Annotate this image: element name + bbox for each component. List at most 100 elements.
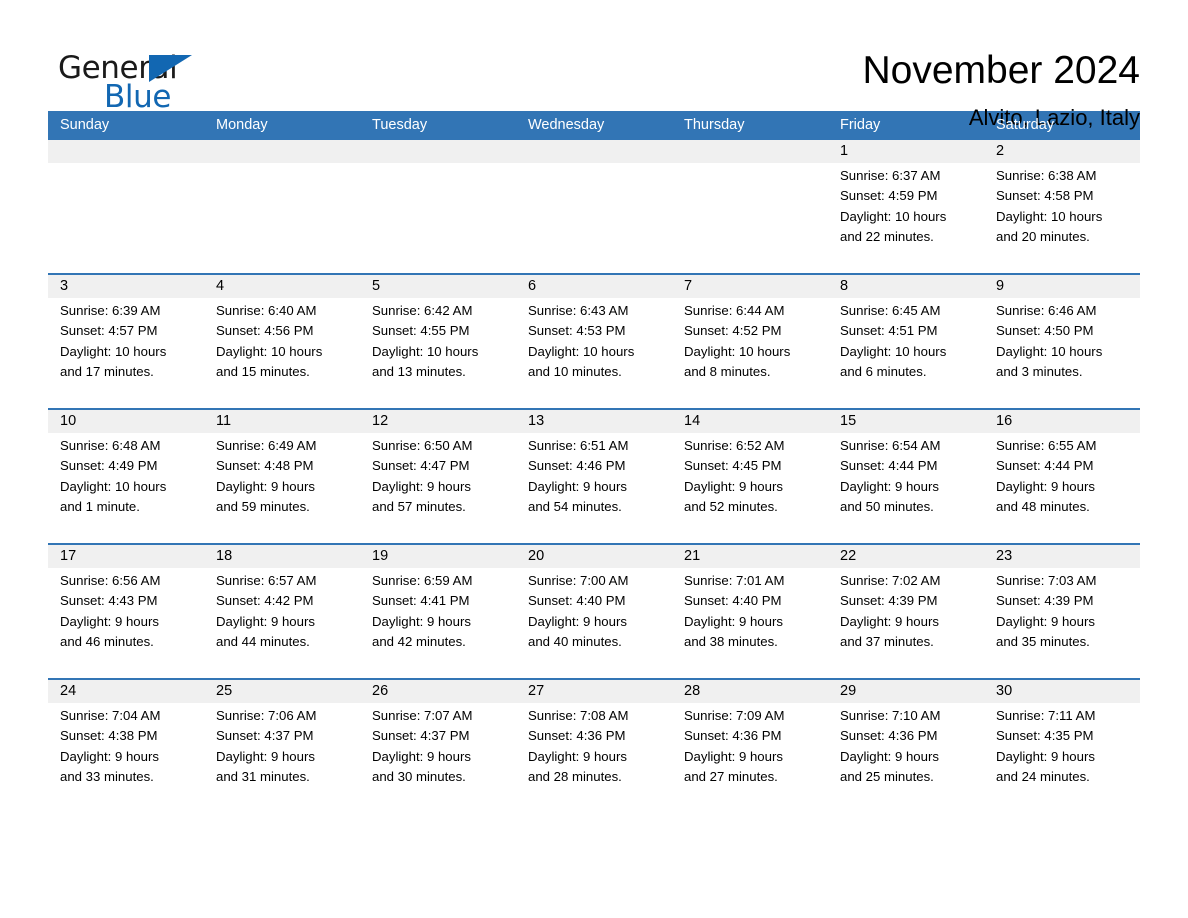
day-info: Sunrise: 7:11 AM Sunset: 4:35 PM Daylight:… bbox=[996, 706, 1140, 787]
calendar-day-cell[interactable]: 29 Sunrise: 7:10 AM Sunset: 4:36 PM Dayligh… bbox=[828, 680, 984, 796]
calendar-day-cell[interactable]: 22 Sunrise: 7:02 AM Sunset: 4:39 PM Dayligh… bbox=[828, 545, 984, 678]
calendar-day-cell[interactable]: 18 Sunrise: 6:57 AM Sunset: 4:42 PM Dayligh… bbox=[204, 545, 360, 678]
calendar-day-cell[interactable]: 23 Sunrise: 7:03 AM Sunset: 4:39 PM Dayligh… bbox=[984, 545, 1140, 678]
calendar-day-cell[interactable]: 1 Sunrise: 6:37 AM Sunset: 4:59 PM Daylight… bbox=[828, 140, 984, 273]
daylight-text-line2: and 1 minute. bbox=[60, 498, 140, 514]
sunset-text: Sunset: 4:35 PM bbox=[996, 728, 1094, 744]
calendar-week-row: 1 Sunrise: 6:37 AM Sunset: 4:59 PM Daylight… bbox=[48, 140, 1140, 273]
calendar-day-cell[interactable]: 19 Sunrise: 6:59 AM Sunset: 4:41 PM Dayligh… bbox=[360, 545, 516, 678]
daylight-text-line2: and 52 minutes. bbox=[684, 498, 778, 514]
general-blue-logo[interactable]: General Blue bbox=[48, 46, 198, 118]
daylight-text-line1: Daylight: 9 hours bbox=[684, 613, 783, 629]
calendar-day-cell[interactable]: 30 Sunrise: 7:11 AM Sunset: 4:35 PM Dayligh… bbox=[984, 680, 1140, 796]
sunrise-text: Sunrise: 6:51 AM bbox=[528, 438, 629, 453]
calendar-day-cell[interactable]: 13 Sunrise: 6:51 AM Sunset: 4:46 PM Dayligh… bbox=[516, 410, 672, 543]
calendar-week-cells: 17 Sunrise: 6:56 AM Sunset: 4:43 PM Dayligh… bbox=[48, 545, 1140, 678]
day-info: Sunrise: 6:44 AM Sunset: 4:52 PM Daylight:… bbox=[684, 301, 828, 382]
sunrise-text: Sunrise: 6:37 AM bbox=[840, 168, 941, 183]
day-info: Sunrise: 6:39 AM Sunset: 4:57 PM Daylight:… bbox=[60, 301, 204, 382]
daylight-text-line2: and 50 minutes. bbox=[840, 498, 934, 514]
calendar-day-cell[interactable]: 6 Sunrise: 6:43 AM Sunset: 4:53 PM Daylight… bbox=[516, 275, 672, 408]
calendar-day-cell[interactable]: 12 Sunrise: 6:50 AM Sunset: 4:47 PM Dayligh… bbox=[360, 410, 516, 543]
daylight-text-line2: and 8 minutes. bbox=[684, 363, 771, 379]
calendar-day-cell[interactable]: 17 Sunrise: 6:56 AM Sunset: 4:43 PM Dayligh… bbox=[48, 545, 204, 678]
calendar-week-cells: 3 Sunrise: 6:39 AM Sunset: 4:57 PM Daylight… bbox=[48, 275, 1140, 408]
daylight-text-line2: and 48 minutes. bbox=[996, 498, 1090, 514]
daylight-text-line2: and 42 minutes. bbox=[372, 633, 466, 649]
calendar-day-cell[interactable]: 9 Sunrise: 6:46 AM Sunset: 4:50 PM Daylight… bbox=[984, 275, 1140, 408]
day-number: 10 bbox=[60, 413, 77, 429]
day-number: 1 bbox=[840, 143, 849, 159]
daylight-text-line1: Daylight: 9 hours bbox=[216, 748, 315, 764]
sunset-text: Sunset: 4:55 PM bbox=[372, 323, 470, 339]
daylight-text-line1: Daylight: 9 hours bbox=[996, 748, 1095, 764]
day-info: Sunrise: 6:52 AM Sunset: 4:45 PM Daylight:… bbox=[684, 436, 828, 517]
calendar-day-cell[interactable]: 28 Sunrise: 7:09 AM Sunset: 4:36 PM Dayligh… bbox=[672, 680, 828, 796]
calendar-day-cell[interactable]: 8 Sunrise: 6:45 AM Sunset: 4:51 PM Daylight… bbox=[828, 275, 984, 408]
daylight-text-line1: Daylight: 9 hours bbox=[684, 748, 783, 764]
calendar-day-cell[interactable]: 3 Sunrise: 6:39 AM Sunset: 4:57 PM Daylight… bbox=[48, 275, 204, 408]
sunrise-text: Sunrise: 7:02 AM bbox=[840, 573, 941, 588]
weekday-header-tuesday: Tuesday bbox=[372, 117, 428, 133]
calendar-day-cell[interactable]: 26 Sunrise: 7:07 AM Sunset: 4:37 PM Dayligh… bbox=[360, 680, 516, 796]
calendar-day-cell[interactable]: 11 Sunrise: 6:49 AM Sunset: 4:48 PM Dayligh… bbox=[204, 410, 360, 543]
logo-text-blue: Blue bbox=[104, 79, 171, 115]
day-number: 30 bbox=[996, 683, 1013, 699]
sunset-text: Sunset: 4:44 PM bbox=[840, 458, 938, 474]
sunrise-text: Sunrise: 6:59 AM bbox=[372, 573, 473, 588]
calendar-week-row: 10 Sunrise: 6:48 AM Sunset: 4:49 PM Dayligh… bbox=[48, 408, 1140, 543]
calendar-day-cell[interactable]: 4 Sunrise: 6:40 AM Sunset: 4:56 PM Daylight… bbox=[204, 275, 360, 408]
day-info: Sunrise: 6:55 AM Sunset: 4:44 PM Daylight:… bbox=[996, 436, 1140, 517]
calendar-day-cell[interactable]: 24 Sunrise: 7:04 AM Sunset: 4:38 PM Dayligh… bbox=[48, 680, 204, 796]
sunset-text: Sunset: 4:42 PM bbox=[216, 593, 314, 609]
weekday-header-row: Sunday Monday Tuesday Wednesday Thursday… bbox=[48, 111, 1140, 140]
daylight-text-line1: Daylight: 10 hours bbox=[996, 208, 1103, 224]
day-info: Sunrise: 6:43 AM Sunset: 4:53 PM Daylight:… bbox=[528, 301, 672, 382]
calendar-day-cell[interactable]: 20 Sunrise: 7:00 AM Sunset: 4:40 PM Dayligh… bbox=[516, 545, 672, 678]
day-info: Sunrise: 7:03 AM Sunset: 4:39 PM Daylight:… bbox=[996, 571, 1140, 652]
day-info: Sunrise: 7:00 AM Sunset: 4:40 PM Daylight:… bbox=[528, 571, 672, 652]
daylight-text-line1: Daylight: 9 hours bbox=[528, 478, 627, 494]
calendar-day-cell[interactable]: 16 Sunrise: 6:55 AM Sunset: 4:44 PM Dayligh… bbox=[984, 410, 1140, 543]
calendar-day-cell[interactable]: 21 Sunrise: 7:01 AM Sunset: 4:40 PM Dayligh… bbox=[672, 545, 828, 678]
sunset-text: Sunset: 4:56 PM bbox=[216, 323, 314, 339]
daylight-text-line2: and 46 minutes. bbox=[60, 633, 154, 649]
daylight-text-line1: Daylight: 9 hours bbox=[840, 478, 939, 494]
sunrise-text: Sunrise: 6:50 AM bbox=[372, 438, 473, 453]
day-number: 26 bbox=[372, 683, 389, 699]
calendar-day-cell[interactable]: 14 Sunrise: 6:52 AM Sunset: 4:45 PM Dayligh… bbox=[672, 410, 828, 543]
calendar-week-row: 17 Sunrise: 6:56 AM Sunset: 4:43 PM Dayligh… bbox=[48, 543, 1140, 678]
sunrise-text: Sunrise: 6:49 AM bbox=[216, 438, 317, 453]
day-info: Sunrise: 6:54 AM Sunset: 4:44 PM Daylight:… bbox=[840, 436, 984, 517]
day-number: 2 bbox=[996, 143, 1005, 159]
sunset-text: Sunset: 4:41 PM bbox=[372, 593, 470, 609]
day-info: Sunrise: 6:40 AM Sunset: 4:56 PM Daylight:… bbox=[216, 301, 360, 382]
sunrise-text: Sunrise: 7:07 AM bbox=[372, 708, 473, 723]
calendar-week-cells: 1 Sunrise: 6:37 AM Sunset: 4:59 PM Daylight… bbox=[48, 140, 1140, 273]
sunset-text: Sunset: 4:49 PM bbox=[60, 458, 158, 474]
sunrise-text: Sunrise: 6:40 AM bbox=[216, 303, 317, 318]
calendar-day-cell[interactable]: 10 Sunrise: 6:48 AM Sunset: 4:49 PM Dayligh… bbox=[48, 410, 204, 543]
day-info: Sunrise: 7:04 AM Sunset: 4:38 PM Daylight:… bbox=[60, 706, 204, 787]
daylight-text-line2: and 38 minutes. bbox=[684, 633, 778, 649]
calendar-weeks: 1 Sunrise: 6:37 AM Sunset: 4:59 PM Daylight… bbox=[48, 140, 1140, 796]
day-number: 21 bbox=[684, 548, 701, 564]
daylight-text-line1: Daylight: 10 hours bbox=[372, 343, 479, 359]
sunset-text: Sunset: 4:36 PM bbox=[840, 728, 938, 744]
daylight-text-line1: Daylight: 9 hours bbox=[60, 748, 159, 764]
calendar-day-cell[interactable]: 15 Sunrise: 6:54 AM Sunset: 4:44 PM Dayligh… bbox=[828, 410, 984, 543]
calendar-day-cell[interactable]: 27 Sunrise: 7:08 AM Sunset: 4:36 PM Dayligh… bbox=[516, 680, 672, 796]
calendar-day-cell[interactable]: 25 Sunrise: 7:06 AM Sunset: 4:37 PM Dayligh… bbox=[204, 680, 360, 796]
sunrise-text: Sunrise: 6:46 AM bbox=[996, 303, 1097, 318]
sunrise-text: Sunrise: 7:11 AM bbox=[996, 708, 1096, 723]
page-header: General Blue November 2024 Alvito, Lazio… bbox=[48, 0, 1140, 130]
sunset-text: Sunset: 4:59 PM bbox=[840, 188, 938, 204]
daylight-text-line1: Daylight: 9 hours bbox=[216, 478, 315, 494]
sunrise-text: Sunrise: 6:57 AM bbox=[216, 573, 317, 588]
day-number: 7 bbox=[684, 278, 693, 294]
daylight-text-line2: and 30 minutes. bbox=[372, 768, 466, 784]
calendar-day-cell[interactable]: 2 Sunrise: 6:38 AM Sunset: 4:58 PM Daylight… bbox=[984, 140, 1140, 273]
calendar-day-cell[interactable]: 7 Sunrise: 6:44 AM Sunset: 4:52 PM Daylight… bbox=[672, 275, 828, 408]
sunrise-text: Sunrise: 7:00 AM bbox=[528, 573, 629, 588]
calendar-day-cell[interactable]: 5 Sunrise: 6:42 AM Sunset: 4:55 PM Daylight… bbox=[360, 275, 516, 408]
